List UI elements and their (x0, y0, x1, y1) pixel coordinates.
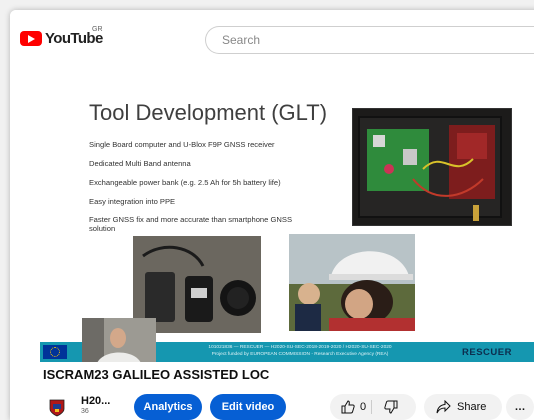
presenter-webcam (82, 318, 156, 362)
slide-bullet: Easy integration into PPE (89, 197, 176, 206)
subscriber-count: 36 (81, 408, 89, 415)
slide-bullet: Faster GNSS fix and more accurate than s… (89, 215, 293, 233)
youtube-logo-icon (20, 31, 42, 46)
more-actions-button[interactable]: … (506, 394, 534, 420)
eu-flag-icon (43, 345, 67, 359)
video-player[interactable]: Tool Development (GLT) Single Board comp… (40, 76, 534, 362)
share-label: Share (457, 401, 487, 413)
like-icon[interactable] (341, 394, 355, 420)
footer-project-line: 101021836 — RESCUER — H2020-SU-SEC-2018-… (208, 345, 392, 350)
youtube-logo[interactable]: YouTube (20, 30, 103, 47)
more-icon: … (514, 401, 526, 413)
masthead: YouTube GR Search (10, 10, 534, 64)
edit-video-button[interactable]: Edit video (210, 394, 286, 420)
browser-window: YouTube GR Search Tool Development (GLT)… (10, 10, 534, 420)
like-count: 0 (360, 401, 367, 413)
slide-bullet: Single Board computer and U-Blox F9P GNS… (89, 140, 275, 149)
share-icon (436, 394, 451, 420)
slide-bullet: Exchangeable power bank (e.g. 2.5 Ah for… (89, 178, 281, 187)
analytics-button[interactable]: Analytics (134, 394, 202, 420)
firefighter-photo (289, 234, 415, 331)
country-code: GR (92, 26, 103, 33)
device-board-photo (352, 108, 512, 226)
slide-title: Tool Development (GLT) (89, 100, 328, 125)
search-input[interactable]: Search (205, 26, 534, 54)
like-dislike-group: 0 (330, 394, 416, 420)
footer-funding-line: Project funded by EUROPEAN COMMISSION - … (211, 352, 389, 357)
channel-avatar[interactable] (48, 399, 66, 417)
channel-name[interactable]: H20... (81, 395, 110, 407)
dislike-icon[interactable] (384, 394, 398, 420)
slide-bullet: Dedicated Multi Band antenna (89, 159, 191, 168)
rescuer-logo: RESCUER (462, 347, 512, 358)
channel-crest-icon (49, 399, 65, 417)
video-title: ISCRAM23 GALILEO ASSISTED LOC (43, 367, 270, 382)
share-button[interactable]: Share (424, 394, 502, 420)
like-divider (371, 400, 372, 414)
